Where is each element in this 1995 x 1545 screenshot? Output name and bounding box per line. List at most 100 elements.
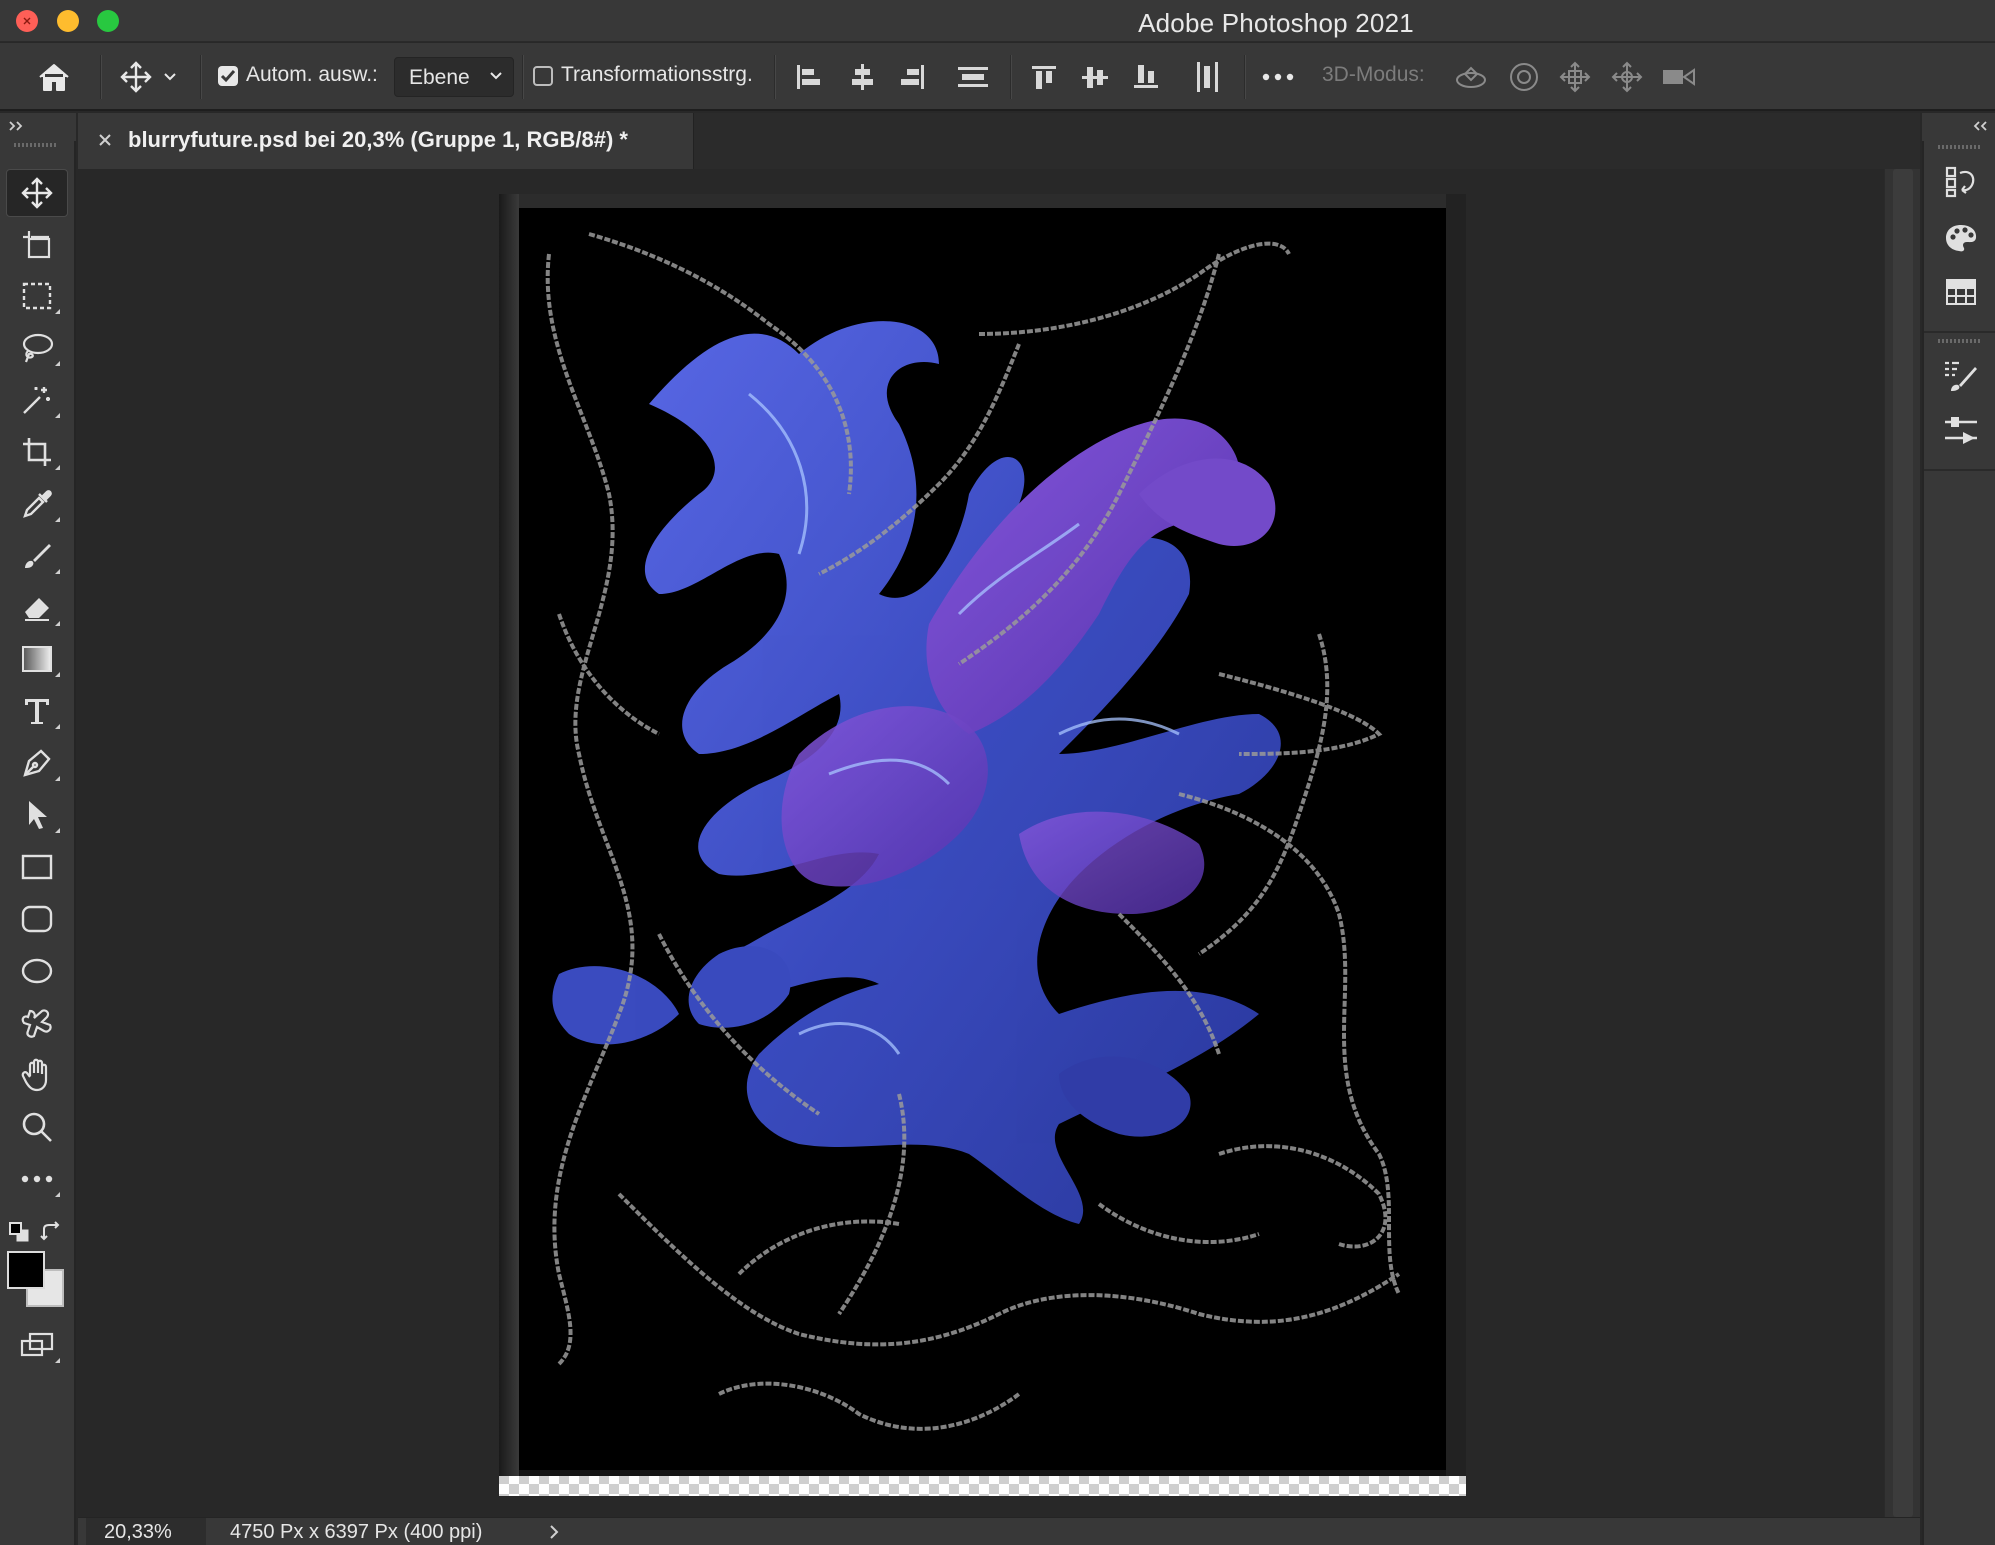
align-bottom-edges-icon[interactable] xyxy=(1126,57,1166,97)
custom-shape-tool[interactable] xyxy=(6,999,68,1047)
brush-settings-panel-button[interactable] xyxy=(1937,353,1985,399)
toolbar-grip[interactable] xyxy=(14,143,58,147)
brush-tool[interactable] xyxy=(6,532,68,580)
align-vertical-centers-icon[interactable] xyxy=(1075,57,1115,97)
align-horizontal-centers-icon[interactable] xyxy=(842,57,882,97)
path-selection-tool[interactable] xyxy=(6,791,68,839)
document-info: 4750 Px x 6397 Px (400 ppi) xyxy=(230,1521,483,1543)
gradient-tool[interactable] xyxy=(6,635,68,683)
zoom-icon xyxy=(22,1112,52,1142)
rectangle-icon xyxy=(21,854,53,880)
auto-select-target-dropdown[interactable]: Ebene xyxy=(394,57,514,97)
slide-3d-icon[interactable] xyxy=(1607,57,1647,97)
adjustments-panel-button[interactable] xyxy=(1937,407,1985,453)
eyedropper-tool[interactable] xyxy=(6,480,68,528)
ellipse-tool[interactable] xyxy=(6,947,68,995)
status-menu-chevron-icon[interactable] xyxy=(548,1523,560,1541)
document-tab[interactable]: blurryfuture.psd bei 20,3% (Gruppe 1, RG… xyxy=(78,113,694,169)
vertical-scrollbar[interactable] xyxy=(1884,169,1920,1517)
rectangular-marquee-tool[interactable] xyxy=(6,272,68,320)
history-panel-button[interactable] xyxy=(1937,159,1985,205)
lasso-tool[interactable] xyxy=(6,324,68,372)
arrow-icon xyxy=(29,801,47,829)
pen-icon xyxy=(23,749,51,777)
rounded-rectangle-icon xyxy=(21,905,53,933)
orbit-3d-icon[interactable] xyxy=(1451,57,1491,97)
brush-settings-icon xyxy=(1945,361,1977,391)
window-minimize-button[interactable] xyxy=(57,10,79,32)
move-icon[interactable] xyxy=(116,57,156,97)
align-right-edges-icon[interactable] xyxy=(893,57,933,97)
distribute-horizontal-icon[interactable] xyxy=(953,57,993,97)
zoom-tool[interactable] xyxy=(6,1103,68,1151)
align-left-edges-icon[interactable] xyxy=(788,57,828,97)
status-bar: 20,33% 4750 Px x 6397 Px (400 ppi) xyxy=(78,1517,1920,1545)
color-palette-icon xyxy=(1946,225,1977,252)
document-canvas[interactable] xyxy=(499,194,1466,1496)
collapse-chevrons-icon xyxy=(1973,121,1987,131)
hand-tool[interactable] xyxy=(6,1051,68,1099)
artboard-icon xyxy=(23,231,51,259)
ellipse-icon xyxy=(21,958,53,984)
panel-grip[interactable] xyxy=(1938,145,1982,149)
expand-chevrons-icon xyxy=(9,121,23,131)
home-icon[interactable] xyxy=(34,57,74,97)
screen-mode-button[interactable] xyxy=(6,1321,68,1369)
type-tool[interactable] xyxy=(6,687,68,735)
magic-wand-icon xyxy=(23,387,50,414)
gradient-icon xyxy=(22,646,52,672)
swatches-panel-button[interactable] xyxy=(1937,269,1985,315)
pan-3d-icon[interactable] xyxy=(1555,57,1595,97)
swap-colors-icon[interactable] xyxy=(40,1221,62,1243)
roll-3d-icon[interactable] xyxy=(1504,57,1544,97)
eraser-tool[interactable] xyxy=(6,584,68,632)
eraser-icon xyxy=(25,598,49,621)
align-top-edges-icon[interactable] xyxy=(1024,57,1064,97)
rectangle-tool[interactable] xyxy=(6,843,68,891)
artboard-tool[interactable] xyxy=(6,221,68,269)
mode-3d-label: 3D-Modus: xyxy=(1322,63,1425,86)
zoom-level-field[interactable]: 20,33% xyxy=(86,1518,206,1545)
adjustments-icon xyxy=(1945,417,1977,444)
panel-dock xyxy=(1922,141,1995,1545)
transform-controls-label: Transformationsstrg. xyxy=(561,63,753,86)
window-close-button[interactable] xyxy=(16,10,38,32)
distribute-vertical-icon[interactable] xyxy=(1188,57,1228,97)
pen-tool[interactable] xyxy=(6,739,68,787)
edit-toolbar-button[interactable] xyxy=(6,1155,68,1203)
color-panel-button[interactable] xyxy=(1937,215,1985,261)
close-icon[interactable] xyxy=(94,129,116,151)
panel-collapse-strip[interactable] xyxy=(1922,113,1995,141)
auto-select-label: Autom. ausw.: xyxy=(246,63,378,86)
custom-shape-icon xyxy=(21,1009,52,1038)
rounded-rectangle-tool[interactable] xyxy=(6,895,68,943)
default-colors-icon[interactable] xyxy=(8,1221,30,1243)
screen-mode-icon xyxy=(20,1332,54,1357)
move-icon xyxy=(21,177,53,209)
magic-wand-tool[interactable] xyxy=(6,376,68,424)
move-tool[interactable] xyxy=(6,169,68,217)
foreground-color-swatch[interactable] xyxy=(7,1251,45,1289)
swatches-grid-icon xyxy=(1946,279,1976,305)
brush-icon xyxy=(25,544,51,568)
crop-icon xyxy=(23,438,51,466)
artwork-image xyxy=(499,194,1466,1496)
more-icon[interactable] xyxy=(1258,57,1298,97)
transform-controls-checkbox[interactable] xyxy=(533,66,553,86)
app-title: Adobe Photoshop 2021 xyxy=(1138,8,1414,38)
crop-tool[interactable] xyxy=(6,428,68,476)
window-maximize-button[interactable] xyxy=(97,10,119,32)
title-bar: Adobe Photoshop 2021 xyxy=(0,0,1995,42)
hand-icon xyxy=(21,1058,48,1092)
more-icon xyxy=(21,1175,53,1183)
auto-select-target-value: Ebene xyxy=(409,66,470,89)
panel-group-grip[interactable] xyxy=(1938,339,1982,343)
tool-preset-chevron-icon[interactable] xyxy=(160,57,180,97)
lasso-icon xyxy=(22,333,54,363)
tools-panel xyxy=(0,141,76,1545)
type-icon xyxy=(25,699,49,724)
toolbar-collapse-strip[interactable] xyxy=(0,113,76,141)
auto-select-checkbox[interactable] xyxy=(218,66,238,86)
zoom-3d-camera-icon[interactable] xyxy=(1659,57,1699,97)
history-icon xyxy=(1945,166,1975,198)
